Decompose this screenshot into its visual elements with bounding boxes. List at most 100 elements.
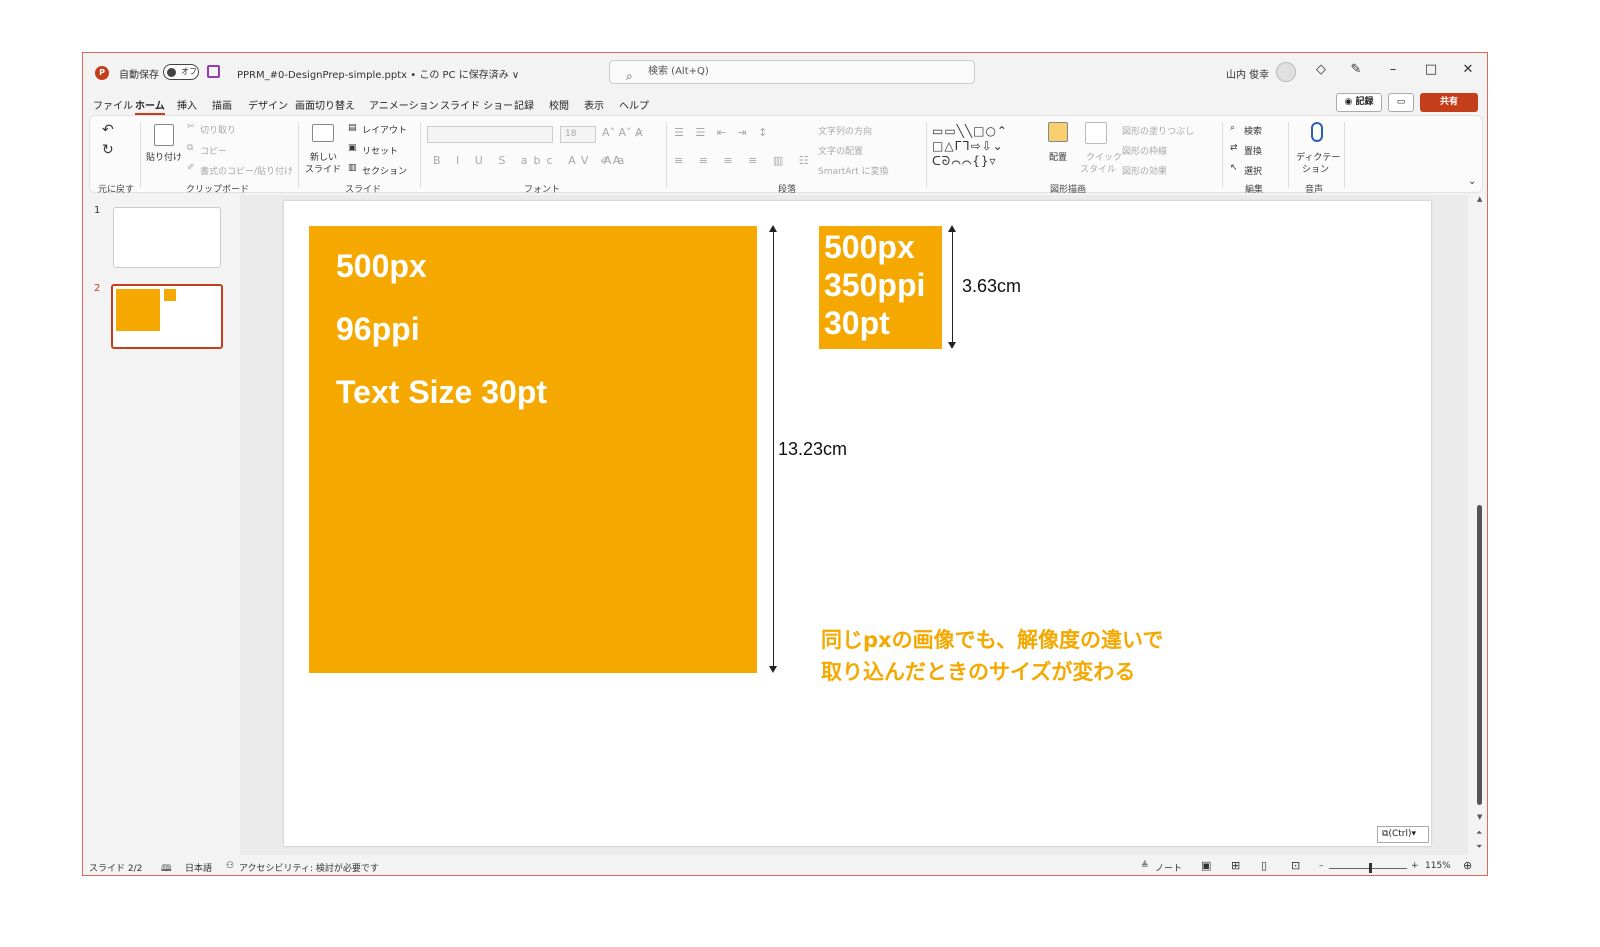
cut-button[interactable]: 切り取り	[200, 123, 236, 136]
layout-button[interactable]: レイアウト	[362, 123, 407, 136]
close-icon[interactable]: ✕	[1458, 62, 1478, 77]
grow-font-icon[interactable]: A˄ A˅ A̷	[602, 126, 643, 139]
ribbon-collapse-icon[interactable]: ⌄	[1468, 176, 1476, 187]
shape-outline-button[interactable]: 図形の枠線	[1122, 144, 1167, 157]
cut-icon: ✂	[187, 122, 195, 132]
list-icons[interactable]: ☰ ☰ ⇤ ⇥ ↕	[674, 126, 771, 139]
diamond-icon[interactable]: ◇	[1311, 62, 1331, 77]
tab-animations[interactable]: アニメーション	[369, 97, 439, 112]
normal-view-icon[interactable]: ▣	[1201, 859, 1211, 872]
text-direction-button[interactable]: 文字列の方向	[818, 124, 872, 137]
zoom-slider-knob[interactable]	[1369, 863, 1372, 873]
scrollbar-thumb[interactable]	[1477, 505, 1482, 805]
record-button[interactable]: ◉ 記録	[1336, 93, 1382, 112]
book-icon[interactable]: 🕮	[161, 861, 172, 875]
undo-icon[interactable]: ↶	[102, 122, 114, 138]
scroll-up-icon[interactable]: ▲	[1477, 195, 1482, 203]
font-group-label: フォント	[524, 185, 561, 195]
quick-style-label-2[interactable]: スタイル	[1080, 162, 1116, 175]
tab-slideshow[interactable]: スライド ショー	[440, 97, 513, 112]
zoom-slider[interactable]	[1329, 868, 1407, 869]
arrange-icon[interactable]	[1048, 122, 1068, 142]
language-indicator[interactable]: 日本語	[185, 861, 212, 874]
new-slide-label-2[interactable]: スライド	[305, 162, 341, 175]
select-button[interactable]: 選択	[1244, 164, 1262, 177]
tab-home[interactable]: ホーム	[135, 97, 165, 115]
tab-transitions[interactable]: 画面切り替え	[295, 97, 355, 112]
share-button[interactable]: 共有	[1420, 93, 1478, 112]
avatar[interactable]	[1276, 62, 1296, 82]
tab-file[interactable]: ファイル	[93, 97, 133, 112]
autosave-toggle[interactable]: オフ	[163, 64, 199, 80]
align-text-button[interactable]: 文字の配置	[818, 144, 863, 157]
copy-button[interactable]: コピー	[200, 144, 227, 157]
zoom-level[interactable]: 115%	[1425, 861, 1451, 871]
section-button[interactable]: セクション	[362, 164, 407, 177]
large-image-box[interactable]: 500px 96ppi Text Size 30pt	[309, 226, 757, 673]
scroll-down-icon[interactable]: ▼	[1477, 813, 1482, 821]
title-bar: P 自動保存 オフ PPRM_#0-DesignPrep-simple.pptx…	[83, 53, 1487, 91]
tab-view[interactable]: 表示	[584, 97, 604, 112]
shape-effect-button[interactable]: 図形の効果	[1122, 164, 1167, 177]
tab-draw[interactable]: 描画	[212, 97, 232, 112]
explanation-note[interactable]: 同じpxの画像でも、解像度の違いで 取り込んだときのサイズが変わる	[821, 624, 1163, 688]
save-icon[interactable]	[207, 65, 220, 78]
microphone-icon[interactable]	[1311, 122, 1323, 142]
ribbon-divider	[666, 122, 667, 188]
tab-insert[interactable]: 挿入	[177, 97, 197, 112]
accessibility-status[interactable]: アクセシビリティ: 検討が必要です	[239, 861, 379, 874]
zoom-in-icon[interactable]: +	[1411, 861, 1419, 871]
reading-view-icon[interactable]: ▯	[1261, 859, 1267, 872]
small-box-resolution: 350ppi	[824, 267, 926, 303]
new-slide-icon[interactable]	[312, 124, 334, 142]
zoom-out-icon[interactable]: –	[1319, 861, 1324, 871]
search-input[interactable]: ⌕ 検索 (Alt+Q)	[609, 60, 975, 84]
previous-slide-icon[interactable]: ⏶	[1476, 828, 1482, 838]
ribbon-divider	[926, 122, 927, 188]
undo-group-label: 元に戻す	[98, 185, 135, 195]
paste-button[interactable]: 貼り付け	[146, 150, 182, 163]
dictate-label-2[interactable]: ション	[1302, 162, 1329, 175]
fit-to-window-icon[interactable]: ⊕	[1463, 859, 1472, 872]
font-name-select[interactable]	[427, 126, 553, 143]
font-color-icons[interactable]: ✐ A	[600, 154, 620, 167]
small-dimension-line	[952, 231, 953, 343]
tab-record[interactable]: 記録	[514, 97, 534, 112]
document-title[interactable]: PPRM_#0-DesignPrep-simple.pptx • この PC に…	[237, 66, 519, 81]
slide-thumbnail-2[interactable]	[111, 284, 223, 349]
shape-fill-button[interactable]: 図形の塗りつぶし	[1122, 124, 1194, 137]
user-name[interactable]: 山内 俊幸	[1226, 66, 1269, 81]
small-image-box[interactable]: 500px 350ppi 30pt	[819, 226, 942, 349]
shapes-gallery[interactable]: ▭▭╲╲□○⌃ □△ᒥᒣ⇨⇩⌄ ᑕᘐ⌒⌒{}▿	[932, 124, 1036, 170]
maximize-icon[interactable]: □	[1421, 62, 1441, 77]
paste-icon[interactable]	[154, 124, 174, 146]
minimize-icon[interactable]: –	[1383, 62, 1403, 77]
ribbon-divider	[420, 122, 421, 188]
font-size-select[interactable]: 18	[560, 126, 596, 143]
format-painter-button[interactable]: 書式のコピー/貼り付け	[200, 164, 293, 177]
tab-design[interactable]: デザイン	[248, 97, 288, 112]
arrange-button[interactable]: 配置	[1049, 150, 1067, 163]
align-icons[interactable]: ≡ ≡ ≡ ≡ ▥ ☷	[674, 154, 815, 167]
paste-options-button[interactable]: ⧉(Ctrl)▾	[1377, 826, 1429, 843]
pen-icon[interactable]: ✎	[1346, 62, 1366, 77]
redo-icon[interactable]: ↻	[102, 142, 114, 158]
tab-help[interactable]: ヘルプ	[619, 97, 649, 112]
quick-style-icon[interactable]	[1085, 122, 1107, 144]
smartart-button[interactable]: SmartArt に変換	[818, 164, 888, 177]
slide-thumbnail-1[interactable]	[113, 207, 221, 268]
slideshow-icon[interactable]: ⊡	[1291, 859, 1300, 872]
ribbon-divider	[1288, 122, 1289, 188]
notes-button[interactable]: ノート	[1155, 861, 1182, 874]
slide-sorter-icon[interactable]: ⊞	[1231, 859, 1240, 872]
slide-canvas[interactable]: 500px 96ppi Text Size 30pt 13.23cm 500px…	[284, 201, 1431, 846]
reset-icon: ▣	[348, 143, 357, 153]
find-button[interactable]: 検索	[1244, 124, 1262, 137]
small-box-text-size: 30pt	[824, 305, 890, 341]
section-icon: ▥	[348, 163, 357, 173]
reset-button[interactable]: リセット	[362, 144, 398, 157]
comments-button[interactable]: ▭	[1388, 93, 1414, 112]
replace-button[interactable]: 置換	[1244, 144, 1262, 157]
tab-review[interactable]: 校閲	[549, 97, 569, 112]
next-slide-icon[interactable]: ⏷	[1476, 842, 1482, 852]
